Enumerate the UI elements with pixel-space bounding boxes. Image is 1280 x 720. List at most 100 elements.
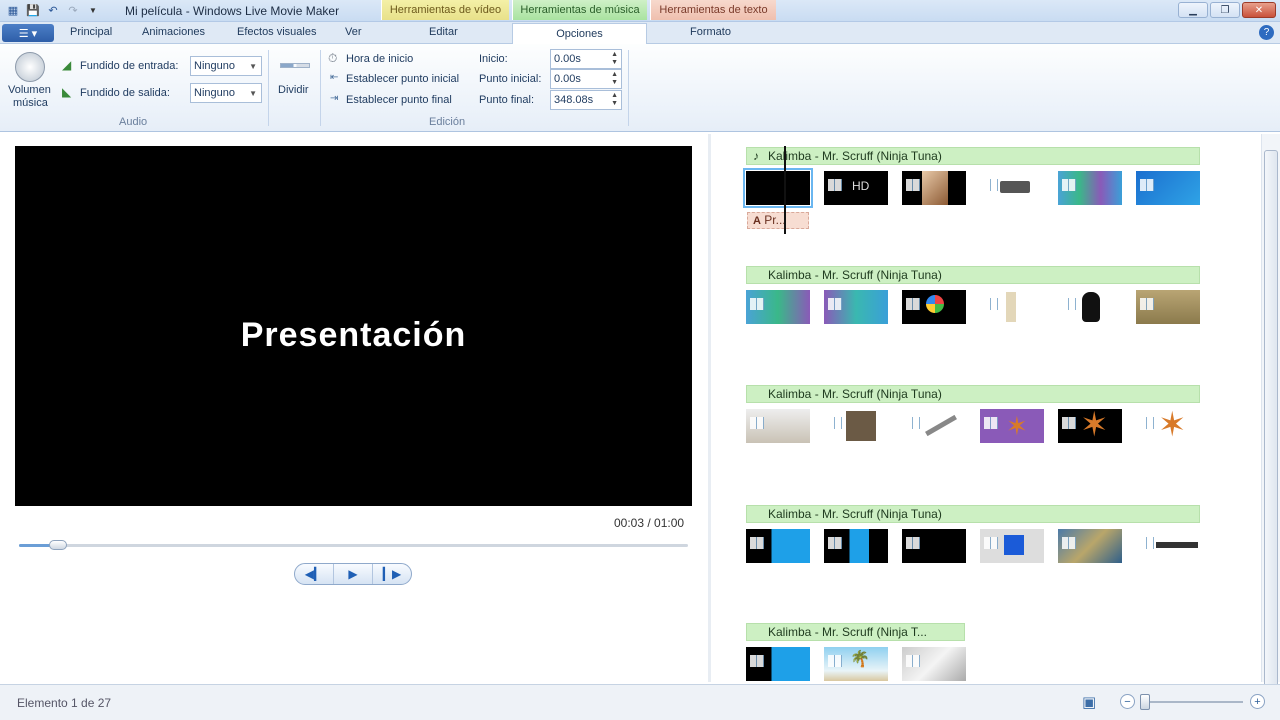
undo-icon[interactable]: ↶ xyxy=(46,3,60,17)
music-track[interactable]: Kalimba - Mr. Scruff (Ninja Tuna) xyxy=(746,266,1200,284)
clip-thumbnail[interactable] xyxy=(902,409,966,443)
hd-logo: HD xyxy=(852,179,870,193)
tab-opciones[interactable]: Opciones xyxy=(512,23,647,45)
volume-button[interactable]: Volumen música xyxy=(6,50,56,110)
fade-in-label: Fundido de entrada: xyxy=(80,60,179,72)
clip-thumbnail[interactable]: 🌴 xyxy=(824,647,888,681)
clip-thumbnail[interactable] xyxy=(824,409,888,443)
punto-final-input[interactable]: 348.08s ▲ ▼ xyxy=(550,90,622,110)
clip-thumbnail[interactable] xyxy=(743,168,813,208)
play-button[interactable]: ▶ xyxy=(334,564,373,584)
music-track[interactable]: Kalimba - Mr. Scruff (Ninja Tuna) xyxy=(746,385,1200,403)
seek-progress xyxy=(19,544,53,547)
split-label: Dividir xyxy=(278,84,309,96)
zoom-in-button[interactable]: + xyxy=(1250,694,1265,709)
music-track[interactable]: ♪ Kalimba - Mr. Scruff (Ninja Tuna) xyxy=(746,147,1200,165)
restore-button[interactable]: ❐ xyxy=(1210,2,1240,18)
spin-down-icon[interactable]: ▼ xyxy=(611,59,618,66)
music-track[interactable]: Kalimba - Mr. Scruff (Ninja Tuna) xyxy=(746,505,1200,523)
clip-thumbnail[interactable] xyxy=(1136,171,1200,205)
clip-thumbnail[interactable] xyxy=(1058,290,1122,324)
next-frame-button[interactable]: ▎▶ xyxy=(373,564,411,584)
clip-thumbnail[interactable] xyxy=(746,529,810,563)
video-preview[interactable]: Presentación xyxy=(15,146,692,506)
clip-thumbnail[interactable] xyxy=(746,647,810,681)
storyboard-scrollbar[interactable] xyxy=(1261,134,1280,720)
clip-thumbnail[interactable]: ✶ xyxy=(980,409,1044,443)
spin-up-icon[interactable]: ▲ xyxy=(611,92,618,99)
tab-efectos-visuales[interactable]: Efectos visuales xyxy=(237,26,316,38)
clip-thumbnail[interactable]: ✶ xyxy=(1058,409,1122,443)
stopwatch-icon: ⏱ xyxy=(328,51,338,65)
seek-bar[interactable] xyxy=(19,540,688,550)
clip-thumbnail[interactable] xyxy=(980,171,1044,205)
windows-logo-icon xyxy=(1140,179,1154,191)
spin-up-icon[interactable]: ▲ xyxy=(611,71,618,78)
clip-thumbnail[interactable]: HD xyxy=(824,171,888,205)
clip-thumbnail[interactable] xyxy=(1058,529,1122,563)
fade-in-value: Ninguno xyxy=(194,60,235,72)
status-bar: Elemento 1 de 27 ▣ − + xyxy=(0,684,1280,720)
playhead[interactable] xyxy=(784,146,786,234)
volume-label: Volumen xyxy=(8,84,51,96)
clip-thumbnail[interactable] xyxy=(902,290,966,324)
tab-animaciones[interactable]: Animaciones xyxy=(142,26,205,38)
clip-thumbnail[interactable] xyxy=(746,290,810,324)
close-button[interactable]: ✕ xyxy=(1242,2,1276,18)
save-icon[interactable]: 💾 xyxy=(26,3,40,17)
playback-controls: ◀▎ ▶ ▎▶ xyxy=(294,563,412,585)
pane-splitter[interactable] xyxy=(708,134,711,682)
scroll-thumb[interactable] xyxy=(1264,150,1278,720)
spin-down-icon[interactable]: ▼ xyxy=(611,79,618,86)
clip-thumbnail[interactable] xyxy=(980,529,1044,563)
app-menu-button[interactable]: ☰ ▾ xyxy=(2,24,54,42)
clip-thumbnail[interactable] xyxy=(1058,171,1122,205)
fade-out-dropdown[interactable]: Ninguno ▼ xyxy=(190,83,262,103)
set-start-point-button[interactable]: Establecer punto inicial xyxy=(346,73,459,85)
fade-in-dropdown[interactable]: Ninguno ▼ xyxy=(190,56,262,76)
tab-editar[interactable]: Editar xyxy=(429,26,458,38)
clip-thumbnail[interactable] xyxy=(746,409,810,443)
clip-thumbnail[interactable] xyxy=(1136,290,1200,324)
minimize-button[interactable]: ▁ xyxy=(1178,2,1208,18)
zoom-out-button[interactable]: − xyxy=(1120,694,1135,709)
clip-thumbnail[interactable] xyxy=(902,171,966,205)
spin-down-icon[interactable]: ▼ xyxy=(611,100,618,107)
thumbnail-size-icon[interactable]: ▣ xyxy=(1082,693,1096,711)
clip-thumbnail[interactable] xyxy=(902,529,966,563)
group-label-audio: Audio xyxy=(119,116,148,128)
inicio-input[interactable]: 0.00s ▲ ▼ xyxy=(550,49,622,69)
spin-up-icon[interactable]: ▲ xyxy=(611,51,618,58)
help-icon[interactable]: ? xyxy=(1259,25,1274,40)
punto-inicial-input[interactable]: 0.00s ▲ ▼ xyxy=(550,69,622,89)
windows-logo-icon xyxy=(906,298,920,310)
previous-frame-button[interactable]: ◀▎ xyxy=(295,564,334,584)
seek-thumb[interactable] xyxy=(49,540,68,550)
tab-principal[interactable]: Principal xyxy=(70,26,112,38)
rifle-image xyxy=(1156,542,1198,548)
zoom-slider[interactable] xyxy=(1143,701,1243,703)
clip-thumbnail[interactable] xyxy=(824,529,888,563)
title-bar: ▦ 💾 ↶ ↷ ▼ Mi película - Windows Live Mov… xyxy=(0,0,1280,22)
clip-thumbnail[interactable] xyxy=(902,647,966,681)
start-time-button[interactable]: Hora de inicio xyxy=(346,53,413,65)
clip-thumbnail[interactable] xyxy=(1136,529,1200,563)
knife-image xyxy=(925,414,957,437)
zoom-slider-thumb[interactable] xyxy=(1140,694,1150,710)
split-button[interactable]: Dividir xyxy=(276,56,314,102)
customize-toolbar-icon[interactable]: ▼ xyxy=(86,3,100,17)
clip-thumbnail[interactable]: ✶ xyxy=(1136,409,1200,443)
set-end-point-button[interactable]: Establecer punto final xyxy=(346,94,452,106)
windows-logo-icon xyxy=(828,537,842,549)
group-separator xyxy=(320,50,321,126)
clip-thumbnail[interactable] xyxy=(824,290,888,324)
text-caption-item[interactable]: A Pr... xyxy=(747,212,809,229)
app-icon[interactable]: ▦ xyxy=(6,3,20,17)
redo-icon[interactable]: ↷ xyxy=(66,3,80,17)
music-track[interactable]: Kalimba - Mr. Scruff (Ninja T... xyxy=(746,623,965,641)
tab-formato[interactable]: Formato xyxy=(690,26,731,38)
clip-thumbnail[interactable] xyxy=(980,290,1044,324)
tab-ver[interactable]: Ver xyxy=(345,26,362,38)
punto-final-label: Punto final: xyxy=(479,94,535,106)
windows-logo-icon xyxy=(906,537,920,549)
